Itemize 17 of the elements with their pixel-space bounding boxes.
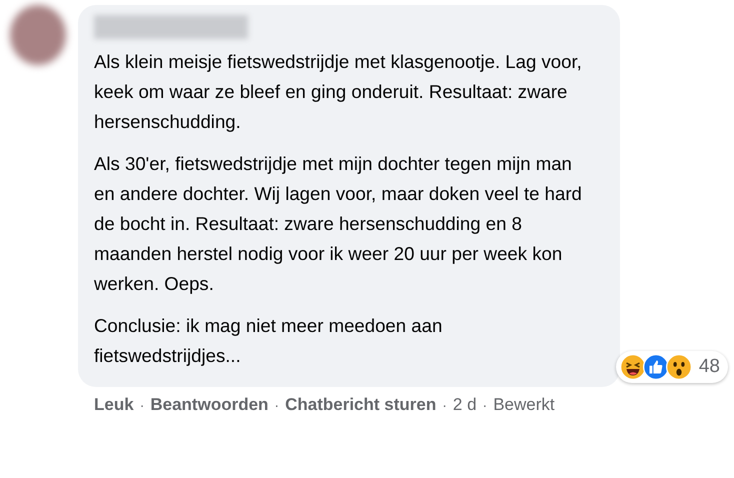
- comment-meta: 2 d: [452, 395, 477, 415]
- separator-dot: ·: [442, 397, 447, 413]
- reactions-badge[interactable]: 48: [616, 351, 728, 383]
- laughing-face-icon: [620, 354, 646, 380]
- surprised-face-icon: [666, 354, 692, 380]
- separator-dot: ·: [274, 397, 280, 413]
- comment-action-link[interactable]: Leuk: [94, 395, 134, 415]
- avatar-placeholder[interactable]: [10, 5, 66, 65]
- separator-dot: ·: [482, 397, 488, 413]
- separator-dot: ·: [140, 397, 144, 413]
- thumbs-up-icon: [642, 354, 669, 380]
- comment-action-link[interactable]: Chatbericht sturen: [285, 395, 436, 415]
- comment-text: Conclusie: ik mag niet meer meedoen aan fietswedstrijdjes...: [94, 314, 444, 368]
- comment-meta: Bewerkt: [493, 395, 555, 415]
- comment-text: Als 30'er, fietswedstrijdje met mijn dochter tegen mijn man en andere dochter. Wij lagen voor, maar doken veel te hard de bocht in. Resultaat: zware hersenschudding en 8 maanden herstel nodig voor ik weer 20 uur per week kon werken. Oeps.: [94, 152, 583, 296]
- comment-text: Als klein meisje fietswedstrijdje met klasgenootje. Lag voor, keek om waar ze bleef en ging onderuit. Resultaat: zware hersenschudding.: [94, 50, 583, 134]
- comment-action-link[interactable]: Beantwoorden: [150, 395, 268, 415]
